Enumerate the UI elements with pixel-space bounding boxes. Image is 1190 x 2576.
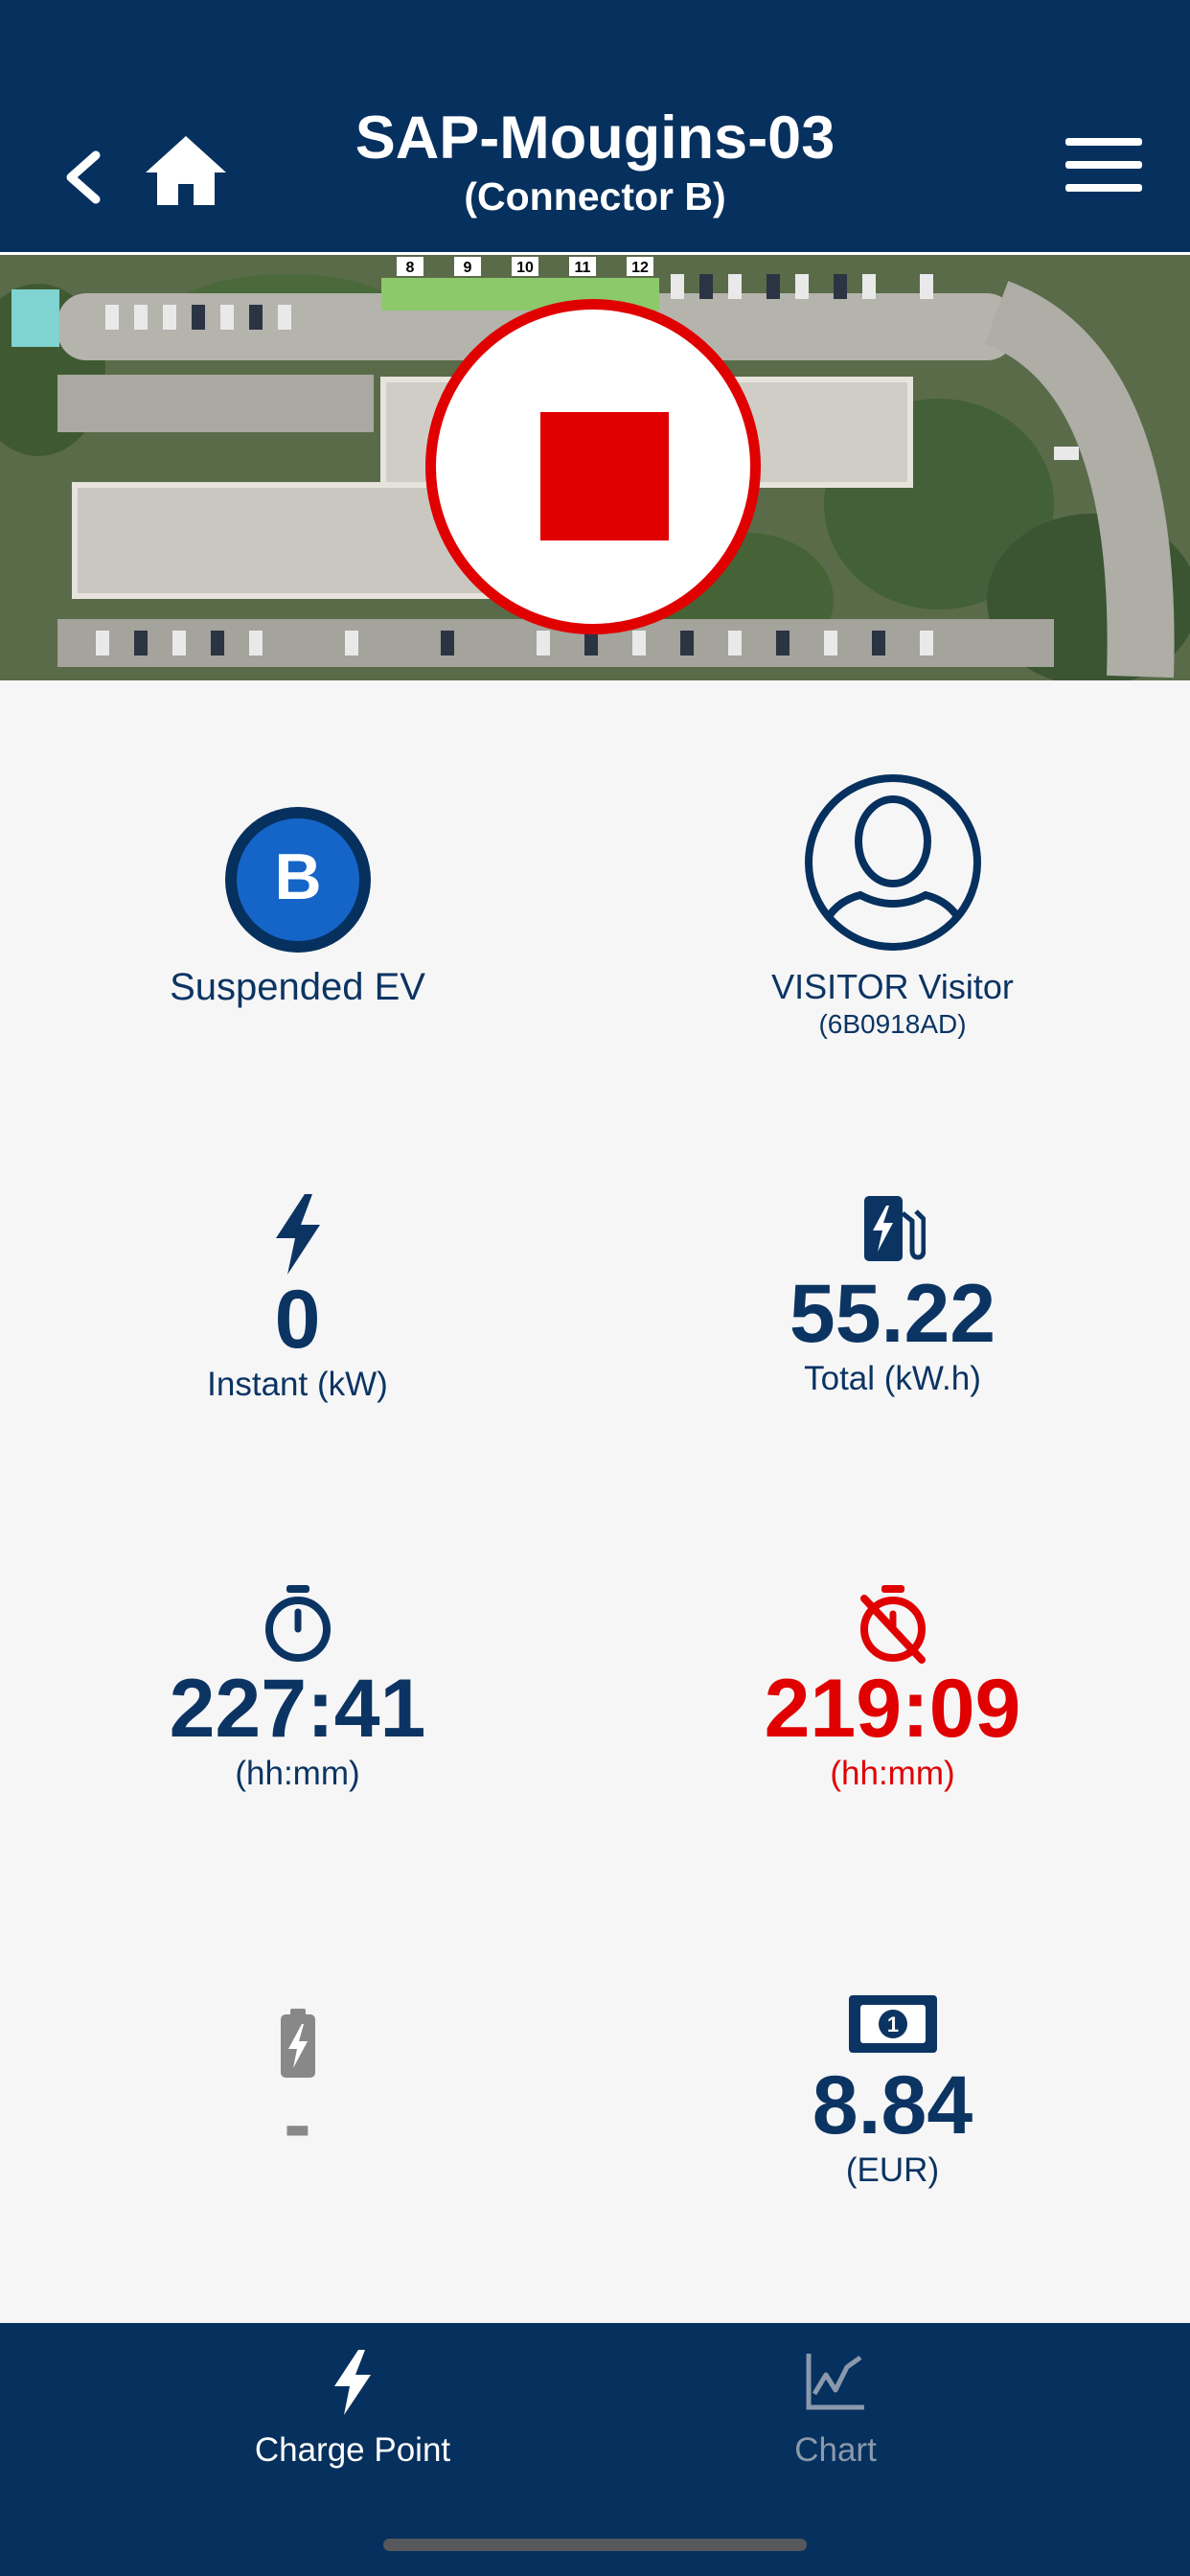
battery-charging-icon [280,2009,315,2078]
inactivity-unit: (hh:mm) [830,1755,955,1792]
user-name: VISITOR Visitor [771,967,1014,1006]
tab-label: Chart [794,2431,877,2469]
stop-square-icon [540,412,669,540]
home-icon [146,136,226,205]
home-button[interactable] [144,132,228,209]
stopwatch-icon [264,1585,331,1662]
hamburger-menu-icon [1065,138,1142,192]
tab-chart[interactable]: Chart [596,2323,1075,2486]
bolt-icon [275,1194,320,1275]
spot-number: 9 [464,260,472,276]
instant-power-label: Instant (kW) [207,1366,388,1403]
spot-number: 11 [575,260,591,276]
user-avatar-icon [804,774,981,951]
home-indicator[interactable] [383,2539,807,2551]
charging-station-icon [863,1196,926,1261]
stop-charging-button[interactable] [425,299,761,634]
total-energy-label: Total (kW.h) [804,1360,981,1397]
tab-charge-point[interactable]: Charge Point [113,2323,592,2486]
price-panel: 1 8.84 (EUR) [595,1993,1190,2191]
duration-value: 227:41 [169,1663,426,1755]
chevron-left-icon [66,150,101,204]
svg-text:1: 1 [886,2012,898,2036]
price-currency: (EUR) [845,2151,940,2189]
back-button[interactable] [57,144,115,211]
bolt-icon [334,2350,371,2415]
connector-badge-icon: B [224,807,371,953]
page-title: SAP-Mougins-03 [355,104,835,172]
duration-panel: 227:41 (hh:mm) [0,1583,595,1794]
battery-value: - [284,2079,311,2171]
total-energy-panel: 55.22 Total (kW.h) [595,1194,1190,1399]
spot-number: 10 [516,260,534,276]
connector-status-text: Suspended EV [170,966,425,1008]
spot-number: 12 [631,260,649,276]
price-value: 8.84 [812,2059,973,2151]
line-chart-icon [806,2354,864,2410]
connector-subtitle: (Connector B) [464,174,726,218]
inactivity-panel: 219:09 (hh:mm) [595,1583,1190,1794]
instant-power-value: 0 [274,1274,321,1366]
user-panel[interactable]: VISITOR Visitor (6B0918AD) [595,772,1190,1041]
total-energy-value: 55.22 [789,1268,996,1360]
battery-panel: - [0,2009,595,2170]
user-tag: (6B0918AD) [818,1009,967,1039]
money-bill-icon: 1 [848,1995,937,2053]
duration-unit: (hh:mm) [235,1755,360,1792]
inactivity-value: 219:09 [764,1663,1021,1755]
instant-power-panel: 0 Instant (kW) [0,1194,595,1405]
connector-status-panel: B Suspended EV [0,803,595,1010]
menu-button[interactable] [1064,134,1144,196]
stopwatch-off-icon [859,1585,926,1664]
tab-label: Charge Point [254,2431,451,2469]
connector-letter: B [274,840,321,913]
spot-number: 8 [406,260,415,276]
app-header: SAP-Mougins-03 (Connector B) [0,0,1190,255]
